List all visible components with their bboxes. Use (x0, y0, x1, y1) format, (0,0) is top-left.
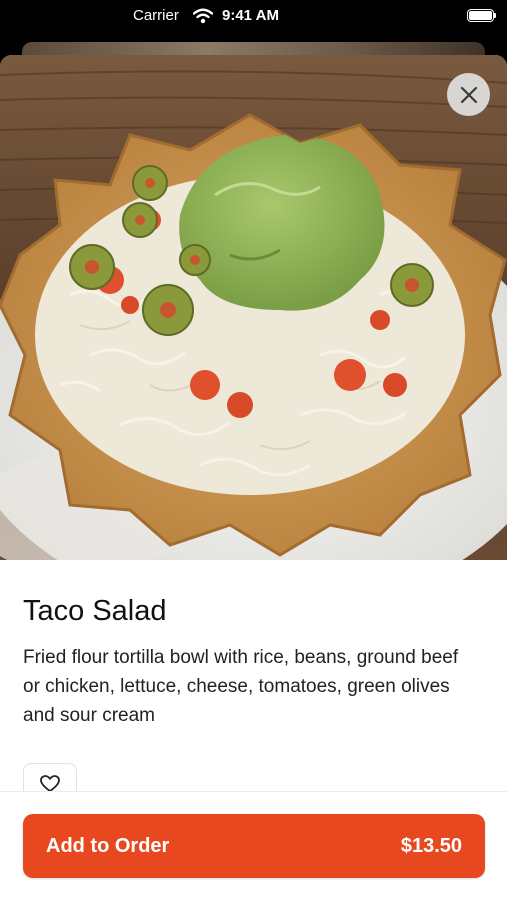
close-button[interactable] (447, 73, 490, 116)
item-title: Taco Salad (23, 595, 167, 627)
add-to-order-label: Add to Order (46, 835, 170, 857)
status-bar: Carrier 9:41 AM (0, 0, 507, 34)
battery-icon (467, 9, 496, 22)
add-to-order-button[interactable]: Add to Order $13.50 (23, 814, 485, 878)
item-photo (0, 55, 507, 560)
carrier-label: Carrier (133, 7, 179, 24)
item-price: $13.50 (400, 835, 462, 857)
item-description: Fried flour tortilla bowl with rice, bea… (23, 647, 459, 726)
close-icon (460, 86, 477, 103)
clock: 9:41 AM (222, 7, 279, 24)
item-detail-sheet: Taco Salad Fried flour tortilla bowl wit… (0, 55, 507, 900)
wifi-icon (193, 8, 213, 24)
bottom-action-bar: Add to Order $13.50 (0, 791, 507, 900)
